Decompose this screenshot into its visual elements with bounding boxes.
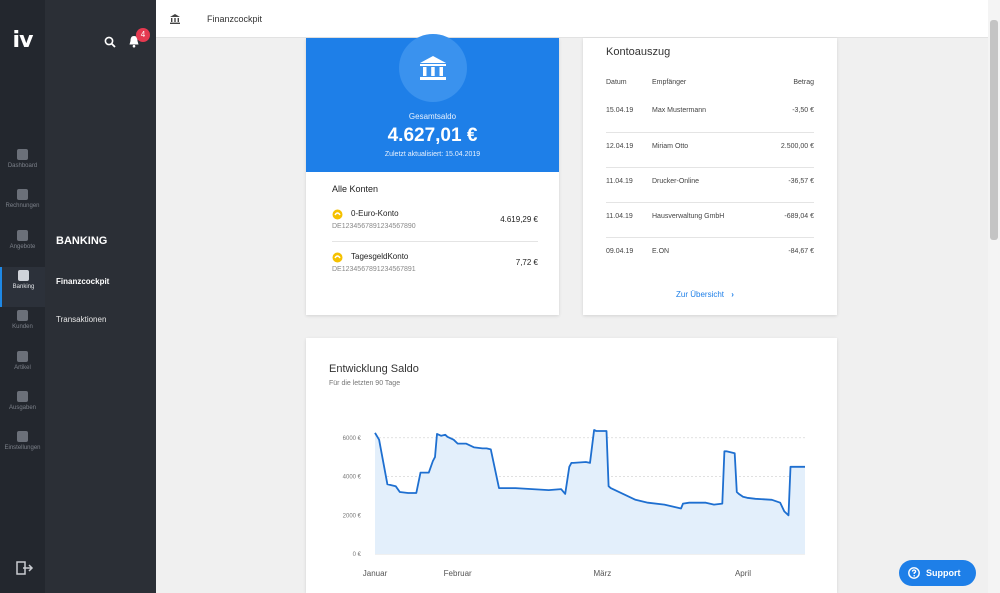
x-tick-label: März bbox=[594, 569, 612, 578]
statement-date: 11.04.19 bbox=[606, 178, 633, 185]
rail-item-kunden[interactable]: Kunden bbox=[0, 307, 45, 347]
scrollbar-thumb[interactable] bbox=[990, 20, 998, 240]
statement-amount: -3,50 € bbox=[792, 107, 814, 114]
offer-icon bbox=[17, 230, 28, 241]
balance-chart-card: Entwicklung Saldo Für die letzten 90 Tag… bbox=[306, 338, 837, 593]
rail-item-einstellungen[interactable]: Einstellungen bbox=[0, 428, 45, 468]
statement-row[interactable]: 15.04.19 Max Mustermann -3,50 € bbox=[606, 97, 814, 132]
notification-badge: 4 bbox=[136, 28, 150, 42]
account-iban: DE1234567891234567890 bbox=[332, 223, 416, 230]
account-row[interactable]: 0-Euro-Konto DE1234567891234567890 4.619… bbox=[332, 207, 538, 250]
dashboard-icon bbox=[17, 149, 28, 160]
statement-card: Kontoauszug Datum Empfänger Betrag 15.04… bbox=[583, 38, 837, 315]
statement-recipient: Drucker-Online bbox=[652, 178, 700, 185]
search-icon[interactable] bbox=[104, 36, 116, 48]
statement-date: 12.04.19 bbox=[606, 143, 634, 150]
y-tick-label: 6000 € bbox=[343, 436, 362, 442]
account-name: TagesgeldKonto bbox=[351, 252, 409, 261]
bank-icon bbox=[420, 56, 446, 80]
statement-row[interactable]: 11.04.19 Drucker-Online -36,57 € bbox=[606, 167, 814, 202]
rail-item-dashboard[interactable]: Dashboard bbox=[0, 146, 45, 186]
x-tick-label: Februar bbox=[444, 569, 472, 578]
divider bbox=[332, 241, 538, 242]
statement-amount: -36,57 € bbox=[788, 178, 814, 185]
y-tick-label: 2000 € bbox=[343, 513, 362, 519]
rail-item-banking[interactable]: Banking bbox=[0, 267, 45, 307]
statement-row[interactable]: 09.04.19 E.ON -84,67 € bbox=[606, 237, 814, 272]
statement-date: 09.04.19 bbox=[606, 248, 634, 255]
statement-recipient: Max Mustermann bbox=[652, 107, 707, 114]
vertical-scrollbar[interactable] bbox=[988, 0, 1000, 593]
rail-item-label: Ausgaben bbox=[8, 405, 37, 411]
balance-amount: 4.627,01 € bbox=[387, 125, 478, 146]
gear-icon bbox=[17, 431, 28, 442]
account-amount: 7,72 € bbox=[515, 258, 538, 267]
account-amount: 4.619,29 € bbox=[500, 215, 538, 224]
statement-title: Kontoauszug bbox=[606, 46, 671, 58]
y-tick-label: 0 € bbox=[353, 552, 362, 558]
expenses-icon bbox=[17, 391, 28, 402]
customers-icon bbox=[17, 310, 28, 321]
statement-date: 11.04.19 bbox=[606, 213, 633, 220]
sub-navigation: 4 BANKING Finanzcockpit Transaktionen bbox=[45, 0, 156, 593]
balance-label: Gesamtsaldo bbox=[408, 112, 457, 121]
bank-icon bbox=[18, 270, 29, 281]
icon-rail: iv Dashboard Rechnungen Angebote Banking Kun… bbox=[0, 0, 45, 593]
app-logo[interactable]: iv bbox=[0, 28, 45, 53]
rail-item-rechnungen[interactable]: Rechnungen bbox=[0, 186, 45, 226]
column-header-date: Datum bbox=[606, 79, 627, 86]
rail-item-label: Einstellungen bbox=[4, 445, 41, 451]
rail-item-label: Banking bbox=[12, 284, 35, 290]
rail-item-ausgaben[interactable]: Ausgaben bbox=[0, 388, 45, 428]
balance-updated: Zuletzt aktualisiert: 15.04.2019 bbox=[384, 151, 481, 158]
statement-recipient: Hausverwaltung GmbH bbox=[652, 213, 725, 220]
accounts-title: Alle Konten bbox=[332, 184, 379, 194]
account-iban: DE1234567891234567891 bbox=[332, 266, 416, 273]
rail-item-label: Rechnungen bbox=[5, 203, 40, 209]
column-header-amount: Betrag bbox=[793, 79, 814, 86]
invoice-icon bbox=[17, 189, 28, 200]
top-bar: Finanzcockpit bbox=[156, 0, 988, 38]
x-tick-label: April bbox=[735, 569, 751, 578]
balance-header: Gesamtsaldo 4.627,01 € Zuletzt aktualisi… bbox=[306, 34, 559, 172]
balance-chart: 0 € 2000 € 4000 € 6000 € Januar Februar März Ap… bbox=[343, 429, 805, 578]
rail-item-artikel[interactable]: Artikel bbox=[0, 348, 45, 388]
account-logo-icon bbox=[332, 209, 343, 220]
statement-amount: -84,67 € bbox=[788, 248, 814, 255]
overview-link-label: Zur Übersicht bbox=[676, 290, 725, 299]
logout-icon[interactable] bbox=[16, 561, 34, 575]
statement-amount: -689,04 € bbox=[784, 213, 814, 220]
section-title: BANKING bbox=[56, 235, 108, 247]
overview-link[interactable]: Zur Übersicht › bbox=[676, 290, 734, 299]
account-name: 0-Euro-Konto bbox=[351, 209, 399, 218]
column-header-recipient: Empfänger bbox=[652, 79, 687, 86]
balance-card: Gesamtsaldo 4.627,01 € Zuletzt aktualisi… bbox=[306, 34, 559, 315]
help-icon bbox=[908, 567, 920, 579]
support-label: Support bbox=[926, 568, 961, 578]
account-logo-icon bbox=[332, 252, 343, 263]
tag-icon bbox=[17, 351, 28, 362]
bank-icon bbox=[170, 14, 180, 24]
chevron-right-icon: › bbox=[731, 290, 734, 299]
bank-icon-circle bbox=[399, 34, 467, 102]
page-title: Finanzcockpit bbox=[207, 14, 263, 24]
account-row[interactable]: TagesgeldKonto DE1234567891234567891 7,7… bbox=[332, 250, 538, 293]
statement-recipient: E.ON bbox=[652, 248, 670, 255]
statement-amount: 2.500,00 € bbox=[780, 143, 814, 150]
rail-item-angebote[interactable]: Angebote bbox=[0, 227, 45, 267]
x-tick-label: Januar bbox=[363, 569, 388, 578]
rail-item-label: Artikel bbox=[14, 365, 31, 371]
subnav-item-finanzcockpit[interactable]: Finanzcockpit bbox=[56, 277, 109, 286]
statement-date: 15.04.19 bbox=[606, 107, 634, 114]
statement-row[interactable]: 11.04.19 Hausverwaltung GmbH -689,04 € bbox=[606, 202, 814, 237]
rail-item-label: Angebote bbox=[9, 244, 36, 250]
y-tick-label: 4000 € bbox=[343, 475, 362, 481]
series-area bbox=[375, 430, 805, 554]
rail-item-label: Dashboard bbox=[7, 163, 38, 169]
subnav-item-transaktionen[interactable]: Transaktionen bbox=[56, 315, 106, 324]
statement-row[interactable]: 12.04.19 Miriam Otto 2.500,00 € bbox=[606, 132, 814, 167]
rail-item-label: Kunden bbox=[12, 324, 33, 330]
support-button[interactable]: Support bbox=[899, 560, 976, 586]
statement-recipient: Miriam Otto bbox=[652, 143, 689, 150]
